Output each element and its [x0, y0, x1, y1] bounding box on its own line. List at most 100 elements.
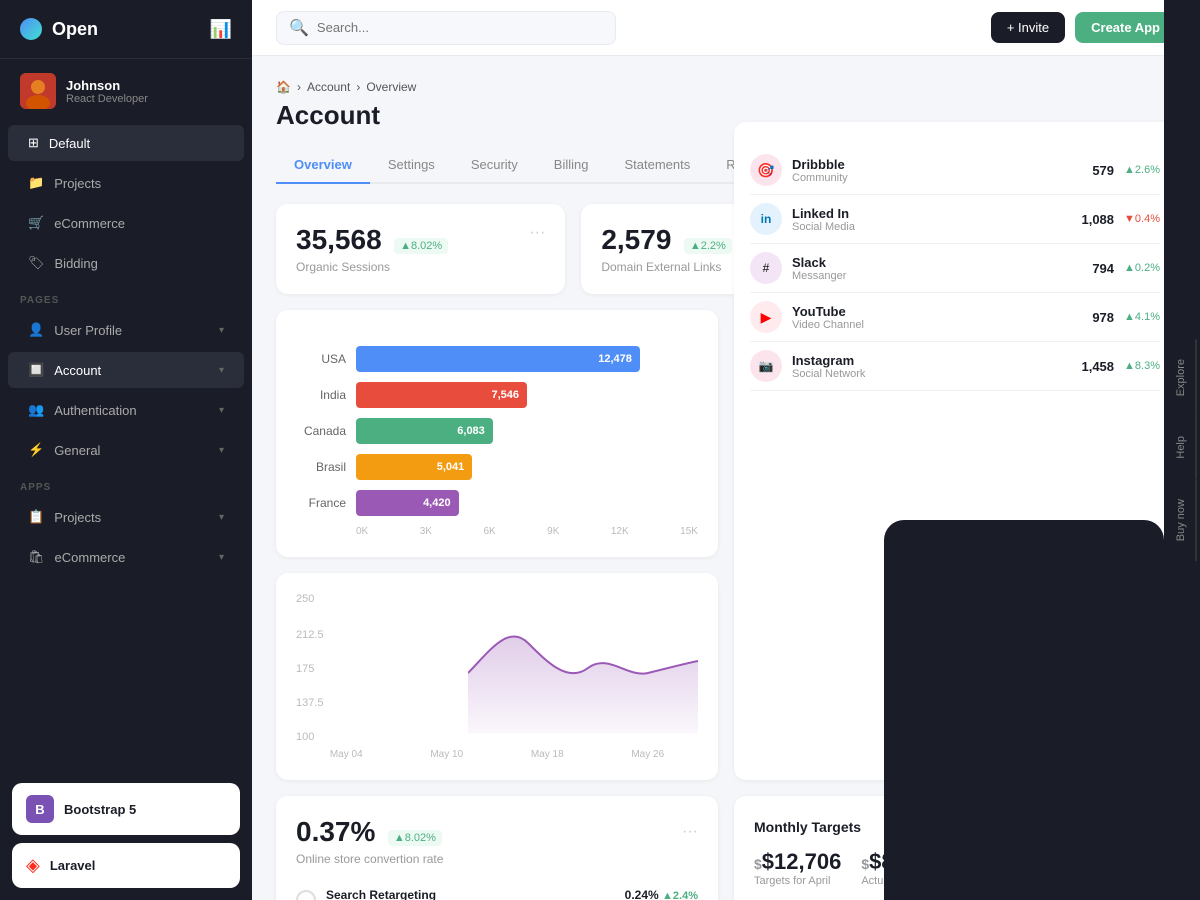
breadcrumb-home[interactable]: 🏠	[276, 80, 291, 94]
stat-more-btn[interactable]: ···	[529, 224, 545, 242]
user-name: Johnson	[66, 78, 148, 93]
conversion-card: 0.37% ▲8.02% ··· Online store convertion…	[276, 796, 718, 900]
line-chart-card: 250 212.5 175 137.5 100	[276, 573, 718, 780]
targets-for-april: $$12,706	[754, 849, 841, 875]
conversion-badge: ▲8.02%	[388, 830, 442, 846]
invite-button[interactable]: + Invite	[991, 12, 1065, 43]
sidebar-item-apps-ecommerce[interactable]: 🛍 eCommerce ▾	[8, 539, 244, 575]
targets-header: Monthly Targets 18 Jan 2023 - 16 Feb 202…	[754, 816, 1156, 837]
auth-icon: 👥	[28, 402, 44, 418]
chevron-down-icon: ▾	[219, 552, 224, 563]
sidebar-item-label: eCommerce	[55, 550, 126, 565]
sidebar-item-label: Authentication	[54, 403, 136, 418]
search-bar[interactable]: 🔍	[276, 11, 616, 45]
slack-badge: ▲0.2%	[1124, 262, 1160, 274]
sidebar: Open 📊 Johnson React Developer ⊞ Default…	[0, 0, 252, 900]
grid-icon: ⊞	[28, 135, 39, 151]
bar-row-france: France 4,420	[296, 490, 698, 516]
retargeting-title: Search Retargeting	[326, 888, 436, 900]
sidebar-item-label: User Profile	[54, 323, 122, 338]
bar-row-india: India 7,546	[296, 382, 698, 408]
tab-billing[interactable]: Billing	[536, 147, 607, 184]
breadcrumb-account[interactable]: Account	[307, 80, 350, 94]
apps-folder-icon: 📋	[28, 509, 44, 525]
monthly-targets-title: Monthly Targets	[754, 819, 861, 835]
sidebar-item-default[interactable]: ⊞ Default	[8, 125, 244, 161]
instagram-icon: 📷	[750, 350, 782, 382]
sidebar-item-general[interactable]: ⚡ General ▾	[8, 432, 244, 468]
tab-overview[interactable]: Overview	[276, 147, 370, 184]
create-app-button[interactable]: Create App	[1075, 12, 1176, 43]
charts-grid: USA 12,478 India 7,546 Canada	[276, 310, 1176, 780]
pages-section-label: PAGES	[0, 283, 252, 310]
bar-fill-india: 7,546	[356, 382, 527, 408]
bootstrap-label: Bootstrap 5	[64, 802, 136, 817]
sidebar-item-user-profile[interactable]: 👤 User Profile ▾	[8, 312, 244, 348]
breadcrumb: 🏠 › Account › Overview	[276, 80, 1176, 94]
sidebar-item-account[interactable]: 🔲 Account ▾	[8, 352, 244, 388]
conversion-more-btn[interactable]: ···	[682, 823, 698, 841]
apps-shop-icon: 🛍	[28, 549, 45, 565]
youtube-icon: ▶	[750, 301, 782, 333]
user-section: Johnson React Developer	[0, 59, 252, 123]
dribbble-badge: ▲2.6%	[1124, 164, 1160, 176]
bar-fill-usa: 12,478	[356, 346, 640, 372]
social-networks-card: 🎯 Dribbble Community 579 ▲2.6% in Linked…	[734, 122, 1176, 780]
help-panel-btn[interactable]: Help	[1167, 416, 1197, 479]
search-input[interactable]	[317, 20, 603, 35]
bar-fill-brasil: 5,041	[356, 454, 472, 480]
tab-security[interactable]: Security	[453, 147, 536, 184]
bar-xaxis: 0K 3K 6K 9K 12K 15K	[296, 526, 698, 537]
stat-label: Organic Sessions	[296, 260, 545, 274]
app-logo-icon: 📊	[210, 19, 232, 40]
social-row-slack: # Slack Messanger 794 ▲0.2%	[750, 244, 1160, 293]
breadcrumb-overview: Overview	[366, 80, 416, 94]
sidebar-item-label: eCommerce	[54, 216, 125, 231]
page-content: 🏠 › Account › Overview Account Overview …	[252, 56, 1200, 900]
tab-statements[interactable]: Statements	[606, 147, 708, 184]
date-range-badge: 18 Jan 2023 - 16 Feb 2023 📋	[984, 816, 1156, 837]
targets-for-april-label: Targets for April	[754, 875, 841, 887]
sidebar-item-label: Account	[54, 363, 101, 378]
sidebar-item-label: General	[54, 443, 100, 458]
main-content: 🔍 + Invite Create App 🏠 › Account › Over…	[252, 0, 1200, 900]
search-icon: 🔍	[289, 18, 309, 38]
linkedin-icon: in	[750, 203, 782, 235]
bar-row-canada: Canada 6,083	[296, 418, 698, 444]
retargeting-icon-search	[296, 890, 316, 900]
linkedin-badge: ▼0.4%	[1124, 213, 1160, 225]
explore-panel-btn[interactable]: Explore	[1167, 339, 1197, 416]
chevron-down-icon: ▾	[219, 405, 224, 416]
app-logo: Open 📊	[0, 0, 252, 59]
buy-panel-btn[interactable]: Buy now	[1167, 479, 1197, 561]
retargeting-pct: 0.24% ▲2.4%	[625, 888, 698, 900]
retargeting-badge: ▲2.4%	[662, 890, 698, 900]
sidebar-item-apps-projects[interactable]: 📋 Projects ▾	[8, 499, 244, 535]
retargeting-row-search: Search Retargeting Direct link clicks 0.…	[296, 878, 698, 900]
apps-section-label: APPS	[0, 470, 252, 497]
social-row-dribbble: 🎯 Dribbble Community 579 ▲2.6%	[750, 146, 1160, 195]
monthly-targets-card: Monthly Targets 18 Jan 2023 - 16 Feb 202…	[734, 796, 1176, 900]
targets-values: $$12,706 Targets for April $$8,035 Actua…	[754, 849, 1156, 887]
general-icon: ⚡	[28, 442, 44, 458]
stat-value: 35,568	[296, 224, 382, 255]
stat-badge: ▲8.02%	[394, 238, 448, 254]
conversion-label: Online store convertion rate	[296, 852, 698, 866]
sidebar-item-authentication[interactable]: 👥 Authentication ▾	[8, 392, 244, 428]
sidebar-item-projects[interactable]: 📁 Projects	[8, 165, 244, 201]
shop-icon: 🛒	[28, 215, 44, 231]
account-icon: 🔲	[28, 362, 44, 378]
sidebar-item-label: Projects	[54, 176, 101, 191]
social-row-linkedin: in Linked In Social Media 1,088 ▼0.4%	[750, 195, 1160, 244]
actual-for-april-label: Actual for April	[861, 875, 936, 887]
social-table: 🎯 Dribbble Community 579 ▲2.6% in Linked…	[750, 146, 1160, 391]
sidebar-item-ecommerce[interactable]: 🛒 eCommerce	[8, 205, 244, 241]
logo-dot	[20, 18, 42, 40]
chevron-down-icon: ▾	[219, 445, 224, 456]
youtube-badge: ▲4.1%	[1124, 311, 1160, 323]
laravel-icon: ◈	[26, 855, 40, 876]
stat-value: 2,579	[601, 224, 671, 255]
sidebar-item-bidding[interactable]: 🏷 Bidding	[8, 245, 244, 281]
tab-settings[interactable]: Settings	[370, 147, 453, 184]
side-panels: Explore Help Buy now	[1164, 0, 1200, 900]
